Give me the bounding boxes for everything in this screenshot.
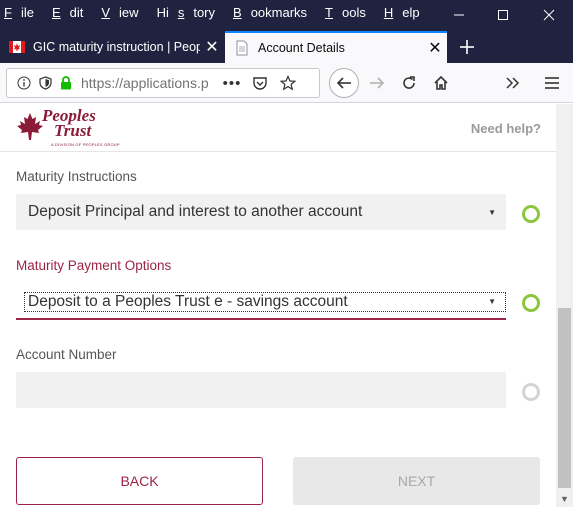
minimize-icon — [454, 14, 464, 16]
tab-gic-maturity[interactable]: GIC maturity instruction | Peop ✕ — [0, 32, 224, 62]
maple-leaf-logo-icon — [17, 113, 43, 140]
url-text: https://applications.p — [81, 75, 209, 91]
reload-button[interactable] — [394, 68, 424, 98]
maturity-instructions-label: Maturity Instructions — [16, 169, 137, 184]
maximize-icon — [498, 10, 508, 20]
plus-icon — [460, 40, 474, 54]
arrow-left-icon — [336, 77, 351, 89]
maturity-payment-options-select[interactable]: Deposit to a Peoples Trust e - savings a… — [16, 284, 506, 320]
pending-status-icon — [522, 383, 540, 401]
tab-account-details[interactable]: Account Details ✕ — [225, 31, 447, 63]
maximize-button[interactable] — [481, 0, 525, 30]
valid-status-icon — [522, 205, 540, 223]
menu-bar: File Edit View Hi s tory Bookmarks Tools H… — [4, 0, 438, 24]
new-tab-button[interactable] — [452, 32, 482, 62]
web-page: Peoples Trust A DIVISION OF PEOPLES GROU… — [0, 104, 556, 507]
tracking-shield-icon[interactable] — [36, 74, 54, 92]
menu-help[interactable]: Help — [384, 5, 429, 20]
scroll-down-arrow-icon[interactable]: ▼ — [556, 490, 573, 507]
site-header: Peoples Trust A DIVISION OF PEOPLES GROU… — [0, 104, 556, 152]
menu-view[interactable]: View — [101, 5, 147, 20]
account-number-input[interactable] — [16, 372, 506, 408]
account-number-label: Account Number — [16, 347, 117, 362]
tab-title: GIC maturity instruction | Peop — [33, 40, 200, 54]
back-button[interactable] — [329, 68, 359, 98]
tab-title: Account Details — [258, 41, 345, 55]
menu-history[interactable]: Hi s tory — [157, 5, 224, 20]
maturity-instructions-select[interactable]: Deposit Principal and interest to anothe… — [16, 194, 506, 230]
maturity-instructions-value: Deposit Principal and interest to anothe… — [28, 203, 363, 220]
navigation-toolbar: https://applications.p ••• — [0, 63, 573, 103]
maturity-payment-options-label: Maturity Payment Options — [16, 258, 172, 273]
logo-tagline: A DIVISION OF PEOPLES GROUP — [51, 142, 120, 147]
page-icon — [236, 40, 248, 56]
hamburger-icon — [545, 77, 559, 89]
logo-wordmark: Peoples Trust — [42, 106, 96, 140]
pocket-icon[interactable] — [251, 74, 269, 92]
chevron-double-right-icon — [506, 77, 520, 89]
overflow-menu-button[interactable] — [497, 68, 527, 98]
reload-icon — [403, 76, 415, 89]
menu-tools[interactable]: Tools — [325, 5, 375, 20]
scrollbar-thumb[interactable] — [558, 308, 571, 488]
home-icon — [434, 75, 448, 90]
menu-edit[interactable]: Edit — [52, 5, 92, 20]
home-button[interactable] — [426, 68, 456, 98]
close-icon — [543, 9, 555, 21]
tab-close-icon[interactable]: ✕ — [423, 38, 447, 58]
maturity-payment-options-value: Deposit to a Peoples Trust e - savings a… — [28, 293, 348, 310]
need-help-link[interactable]: Need help? — [471, 121, 541, 136]
canada-flag-icon — [9, 41, 25, 53]
menu-bookmarks[interactable]: Bookmarks — [233, 5, 316, 20]
dropdown-caret-icon: ▼ — [488, 207, 496, 217]
tab-close-icon[interactable]: ✕ — [200, 37, 224, 57]
arrow-right-icon — [370, 77, 385, 89]
bookmark-star-icon[interactable] — [279, 74, 297, 92]
back-button[interactable]: BACK — [16, 457, 263, 505]
hamburger-menu-button[interactable] — [537, 68, 567, 98]
close-window-button[interactable] — [527, 0, 571, 30]
lock-icon[interactable] — [57, 74, 75, 92]
next-button[interactable]: NEXT — [293, 457, 540, 505]
address-bar[interactable]: https://applications.p ••• — [6, 68, 320, 98]
minimize-button[interactable] — [437, 0, 481, 30]
forward-button[interactable] — [362, 68, 392, 98]
valid-status-icon — [522, 294, 540, 312]
menu-file[interactable]: File — [4, 5, 43, 20]
page-actions-icon[interactable]: ••• — [223, 74, 241, 92]
info-icon[interactable] — [15, 74, 33, 92]
dropdown-caret-icon: ▼ — [488, 296, 496, 306]
